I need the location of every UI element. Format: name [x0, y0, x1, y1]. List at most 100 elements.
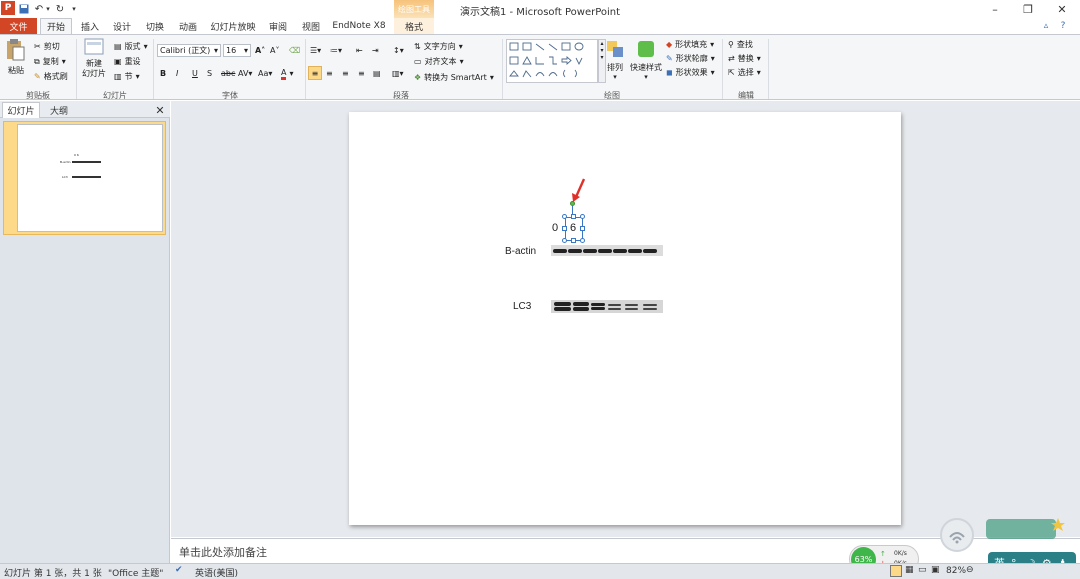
- undo-dropdown-icon[interactable]: ▾: [44, 2, 52, 16]
- distributed-icon[interactable]: ▤: [373, 67, 381, 80]
- group-divider: [153, 39, 154, 99]
- paragraph-group-label: 段落: [393, 91, 409, 100]
- restore-button[interactable]: ❐: [1011, 0, 1045, 18]
- customize-qat-icon[interactable]: ▾: [70, 2, 78, 16]
- bullets-icon[interactable]: ☰▾: [310, 44, 321, 57]
- pen-icon: ✎: [666, 54, 673, 63]
- resize-handle[interactable]: [580, 214, 585, 219]
- tab-home[interactable]: 开始: [40, 18, 72, 34]
- resize-handle[interactable]: [562, 238, 567, 243]
- tab-design[interactable]: 设计: [108, 18, 136, 34]
- align-center-icon[interactable]: ≡: [326, 67, 333, 80]
- tab-format[interactable]: 格式: [394, 18, 434, 34]
- line-spacing-icon[interactable]: ↕▾: [393, 44, 404, 57]
- text-direction-button[interactable]: ⇅ 文字方向 ▾: [414, 40, 463, 53]
- slide-thumbnail-selection[interactable]: 0 6 B-actin LC3: [3, 121, 166, 235]
- spellcheck-icon[interactable]: ✔: [175, 565, 183, 575]
- zoom-out-icon[interactable]: ⊖: [966, 565, 974, 575]
- label-bactin[interactable]: B-actin: [505, 246, 536, 257]
- resize-handle[interactable]: [580, 238, 585, 243]
- find-button[interactable]: ⚲ 查找: [728, 38, 753, 51]
- lane-label-6[interactable]: 6: [570, 222, 576, 234]
- columns-icon[interactable]: ▥▾: [392, 67, 404, 80]
- quick-styles-button[interactable]: 快速样式 ▾: [630, 39, 662, 89]
- label-lc3[interactable]: LC3: [513, 301, 531, 312]
- resize-handle[interactable]: [571, 214, 576, 219]
- ribbon-minimize-icon[interactable]: ▵: [1040, 18, 1052, 34]
- arrange-button[interactable]: 排列 ▾: [603, 39, 627, 89]
- shapes-gallery[interactable]: [506, 39, 598, 83]
- thumbnail-digits: 0 6: [74, 153, 79, 157]
- strikethrough-button[interactable]: abc: [221, 67, 235, 80]
- tab-insert[interactable]: 插入: [76, 18, 104, 34]
- tab-slideshow[interactable]: 幻灯片放映: [206, 18, 260, 34]
- shape-effects-button[interactable]: ◼ 形状效果 ▾: [666, 66, 715, 79]
- lane-label-0[interactable]: 0: [552, 222, 558, 234]
- notes-placeholder[interactable]: 单击此处添加备注: [179, 544, 267, 560]
- shrink-font-icon[interactable]: A˅: [270, 44, 279, 57]
- paste-button[interactable]: 粘贴: [4, 38, 28, 82]
- tab-animations[interactable]: 动画: [174, 18, 202, 34]
- language-indicator[interactable]: 英语(美国): [195, 566, 238, 579]
- close-button[interactable]: ✕: [1045, 0, 1079, 18]
- slide-sorter-icon[interactable]: ▦: [905, 565, 914, 575]
- resize-handle[interactable]: [580, 226, 585, 231]
- text-direction-icon: ⇅: [414, 42, 421, 51]
- close-panel-icon[interactable]: ✕: [152, 102, 168, 118]
- justify-icon[interactable]: ≡: [358, 67, 365, 80]
- save-icon[interactable]: [18, 2, 30, 16]
- font-size-select[interactable]: 16 ▾: [223, 44, 251, 57]
- slide-thumbnail[interactable]: 0 6 B-actin LC3: [17, 124, 163, 232]
- font-color-icon[interactable]: A ▾: [281, 67, 294, 80]
- decrease-indent-icon[interactable]: ⇤: [356, 44, 363, 57]
- bold-button[interactable]: B: [160, 67, 166, 80]
- help-icon[interactable]: ?: [1056, 18, 1070, 34]
- normal-view-icon[interactable]: [890, 565, 902, 577]
- align-right-icon[interactable]: ≡: [342, 67, 349, 80]
- shadow-button[interactable]: S: [207, 67, 212, 80]
- reading-view-icon[interactable]: ▭: [918, 565, 927, 575]
- underline-button[interactable]: U: [192, 67, 198, 80]
- resize-handle[interactable]: [562, 214, 567, 219]
- smartart-button[interactable]: ❖ 转换为 SmartArt ▾: [414, 71, 494, 84]
- zoom-level[interactable]: 82%: [946, 566, 966, 576]
- shape-outline-button[interactable]: ✎ 形状轮廓 ▾: [666, 52, 715, 65]
- replace-button[interactable]: ⇄ 替换 ▾: [728, 52, 761, 65]
- new-slide-button[interactable]: 新建 幻灯片: [80, 38, 108, 88]
- tab-view[interactable]: 视图: [297, 18, 325, 34]
- resize-handle[interactable]: [562, 226, 567, 231]
- align-text-button[interactable]: ▭ 对齐文本 ▾: [414, 55, 464, 68]
- numbering-icon[interactable]: ≔▾: [330, 44, 342, 57]
- cut-button[interactable]: ✂ 剪切: [34, 40, 60, 53]
- layout-button[interactable]: ▤ 版式 ▾: [114, 40, 148, 53]
- align-left-icon[interactable]: ≡: [308, 66, 322, 80]
- tab-review[interactable]: 审阅: [264, 18, 292, 34]
- tab-file[interactable]: 文件: [0, 18, 37, 34]
- clear-formatting-icon[interactable]: ⌫: [289, 44, 300, 57]
- shape-fill-button[interactable]: ◆ 形状填充 ▾: [666, 38, 714, 51]
- tab-slides[interactable]: 幻灯片: [2, 102, 40, 118]
- font-family-select[interactable]: Calibri (正文) ▾: [157, 44, 221, 57]
- slideshow-icon[interactable]: ▣: [931, 565, 940, 575]
- italic-button[interactable]: I: [176, 67, 178, 80]
- format-painter-button[interactable]: ✎ 格式刷: [34, 70, 68, 83]
- change-case-icon[interactable]: Aa▾: [258, 67, 272, 80]
- increase-indent-icon[interactable]: ⇥: [372, 44, 379, 57]
- character-spacing-icon[interactable]: AV▾: [238, 67, 252, 80]
- resize-handle[interactable]: [571, 238, 576, 243]
- copy-icon: ⧉: [34, 56, 40, 66]
- grow-font-icon[interactable]: A˄: [255, 44, 265, 57]
- tab-outline[interactable]: 大纲: [42, 102, 76, 118]
- minimize-button[interactable]: –: [978, 0, 1012, 18]
- redo-icon[interactable]: ↻: [54, 2, 66, 16]
- blot-image-bactin[interactable]: [551, 245, 663, 256]
- copy-button[interactable]: ⧉ 复制 ▾: [34, 55, 66, 68]
- section-button[interactable]: ▥ 节 ▾: [114, 70, 140, 83]
- slide-canvas[interactable]: 0 6 B-actin LC3: [349, 112, 901, 525]
- blot-image-lc3[interactable]: [551, 300, 663, 313]
- tab-transitions[interactable]: 切换: [141, 18, 169, 34]
- theme-name[interactable]: "Office 主题": [108, 566, 163, 579]
- reset-button[interactable]: ▣ 重设: [114, 55, 141, 68]
- tab-endnote[interactable]: EndNote X8: [331, 18, 387, 34]
- select-button[interactable]: ⇱ 选择 ▾: [728, 66, 761, 79]
